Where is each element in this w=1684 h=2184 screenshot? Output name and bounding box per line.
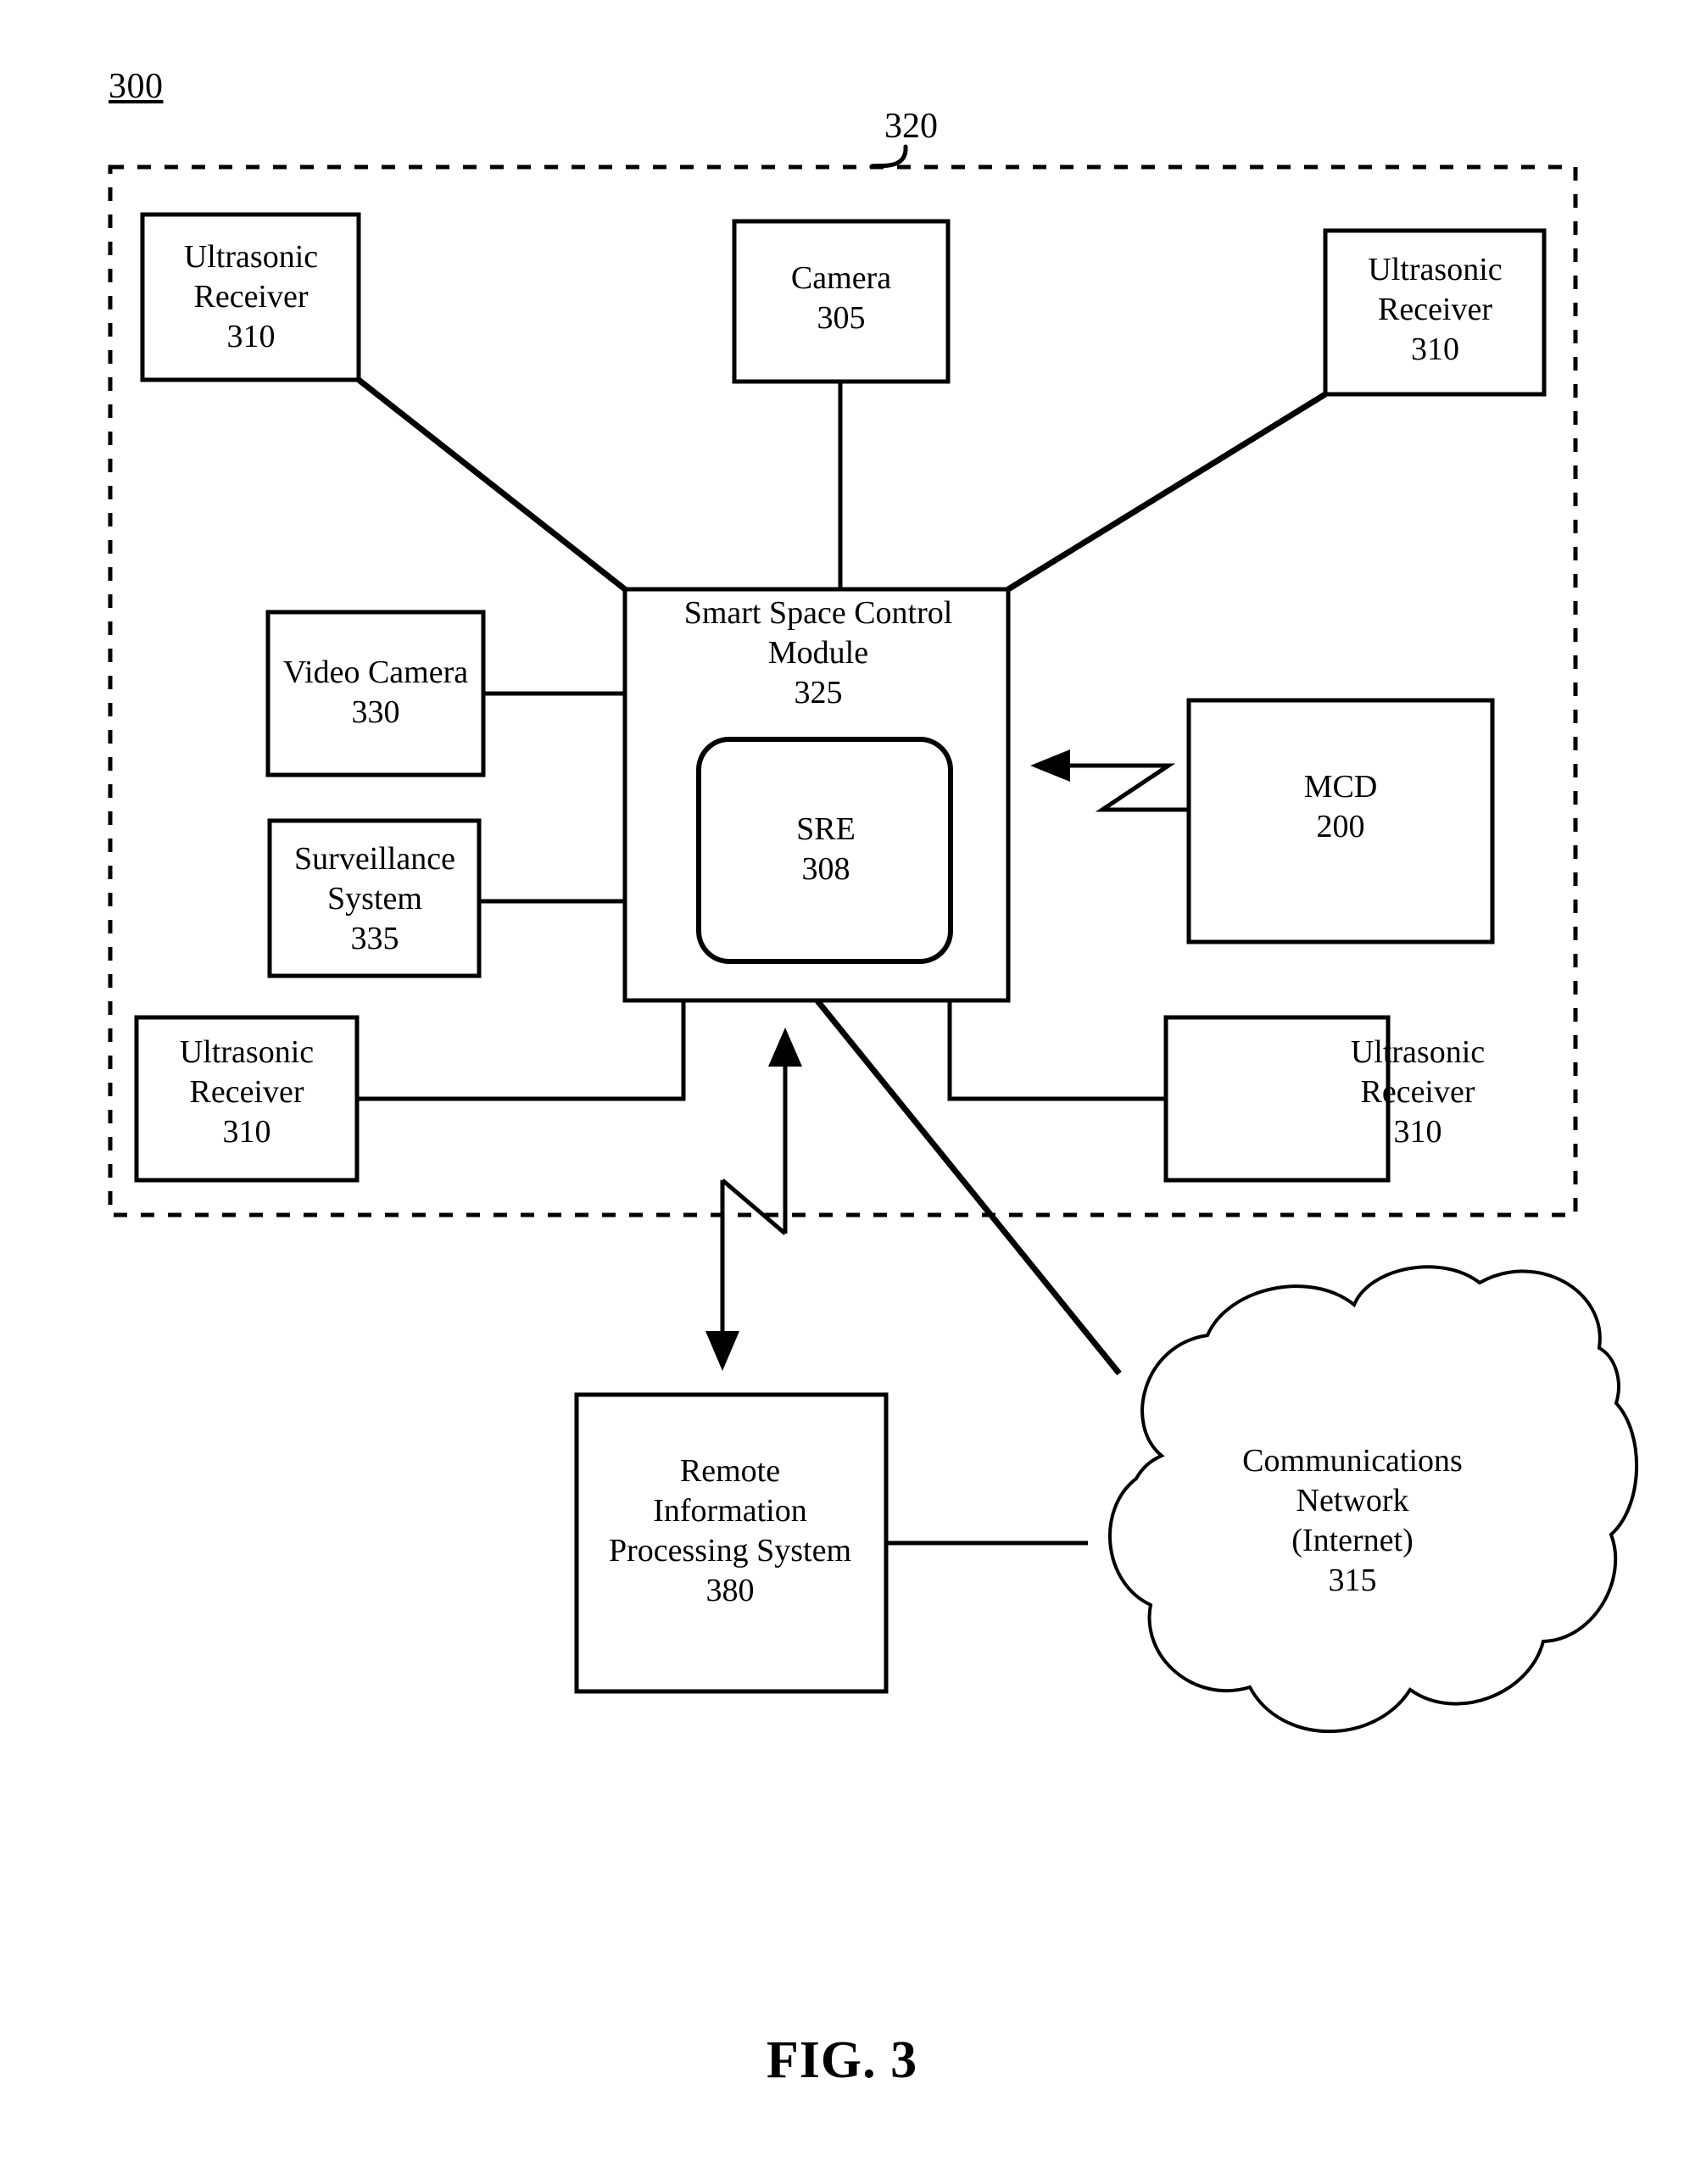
box-ultrasonic-receiver-bottom-right[interactable] — [1163, 1015, 1391, 1183]
figure-drawing-canvas — [108, 144, 1638, 1734]
connector-ur-topright-to-module — [1006, 392, 1327, 592]
box-ultrasonic-receiver-bottom-left[interactable] — [134, 1015, 360, 1183]
box-surveillance-system[interactable] — [267, 818, 482, 978]
arrowhead-up-rips-link — [768, 1028, 802, 1067]
arrowhead-left-mcd-link — [1030, 749, 1070, 782]
box-remote-information-processing-system[interactable] — [574, 1392, 889, 1694]
box-camera[interactable] — [732, 219, 951, 384]
cloud-communications-network[interactable] — [1108, 1265, 1638, 1734]
wireless-link-jag — [721, 1178, 787, 1235]
connector-ur-bottomright-to-module — [947, 1000, 1166, 1101]
box-video-camera[interactable] — [265, 610, 486, 777]
connector-ur-topleft-to-module — [356, 377, 627, 592]
box-ultrasonic-receiver-top-left[interactable] — [140, 212, 361, 382]
patent-figure-3: 300 320 Ultrasonic Receiver 310 Camera 3… — [0, 0, 1684, 2184]
connector-ur-bottomleft-to-module — [357, 1000, 686, 1101]
reference-leader-320 — [869, 144, 908, 170]
box-ultrasonic-receiver-top-right[interactable] — [1323, 228, 1547, 397]
reference-number-320: 320 — [884, 107, 938, 146]
box-sre[interactable] — [696, 737, 953, 964]
figure-caption: FIG. 3 — [766, 2031, 918, 2089]
arrowhead-down-rips-link — [705, 1331, 739, 1371]
figure-system-number: 300 — [109, 67, 164, 106]
connector-module-to-network — [813, 996, 1122, 1376]
wireless-link-module-mcd — [1068, 763, 1202, 812]
box-mcd[interactable] — [1186, 698, 1495, 944]
